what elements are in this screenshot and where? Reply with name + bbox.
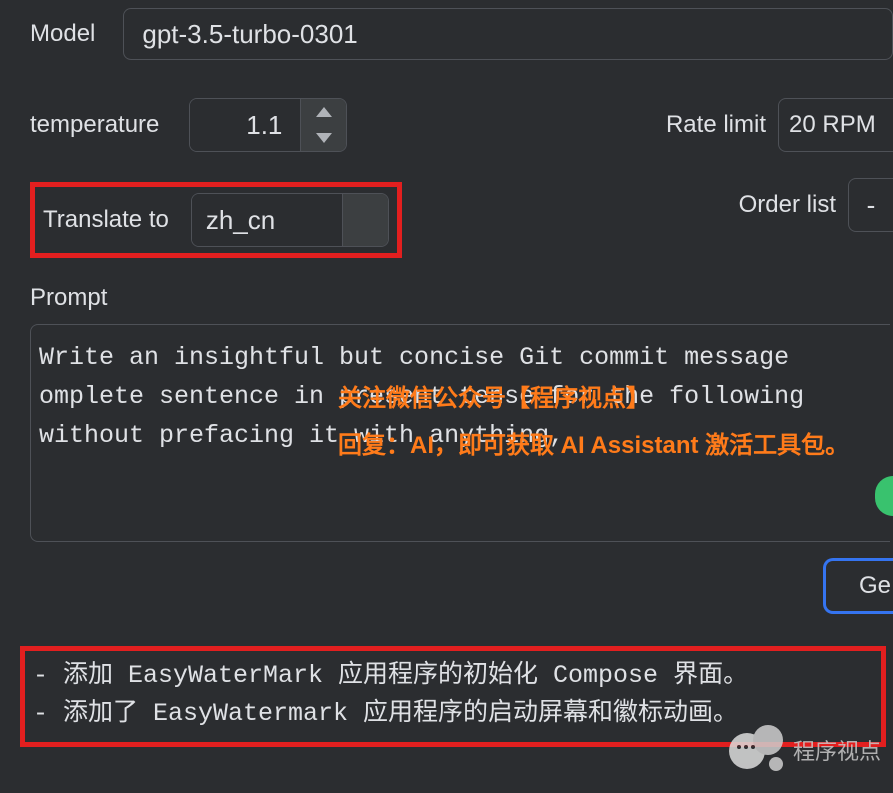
translate-to-label: Translate to: [43, 206, 169, 234]
translate-to-select[interactable]: zh_cn: [191, 193, 389, 247]
translate-to-dropdown-button[interactable]: [342, 194, 388, 246]
order-list-row: Order list: [739, 178, 893, 232]
model-label: Model: [30, 20, 95, 48]
translate-to-highlight-box: Translate to zh_cn: [30, 182, 402, 258]
model-row: Model: [30, 8, 893, 60]
chevron-up-icon: [316, 107, 332, 117]
temperature-value[interactable]: 1.1: [190, 99, 300, 151]
prompt-label: Prompt: [30, 284, 893, 312]
output-line: - 添加 EasyWaterMark 应用程序的初始化 Compose 界面。: [33, 657, 871, 695]
prompt-line: without prefacing it with anything,: [39, 421, 564, 450]
wechat-icon: [729, 725, 787, 775]
temperature-spinner[interactable]: 1.1: [189, 98, 347, 152]
prompt-textarea[interactable]: Write an insightful but concise Git comm…: [30, 324, 890, 542]
translate-to-value[interactable]: zh_cn: [192, 194, 342, 246]
order-list-input[interactable]: [848, 178, 893, 232]
prompt-line: Write an insightful but concise Git comm…: [39, 343, 804, 372]
rate-limit-label: Rate limit: [666, 111, 766, 139]
chevron-down-icon: [316, 133, 332, 143]
temperature-increment-button[interactable]: [301, 99, 346, 125]
watermark-text: 程序视点: [793, 734, 881, 766]
order-list-label: Order list: [739, 191, 836, 219]
rate-limit-input[interactable]: [778, 98, 893, 152]
temperature-decrement-button[interactable]: [301, 125, 346, 151]
temperature-label: temperature: [30, 111, 159, 139]
prompt-line: omplete sentence in present tense for th…: [39, 382, 804, 411]
model-input[interactable]: [123, 8, 893, 60]
temperature-row: temperature 1.1 Rate limit: [30, 98, 893, 152]
generate-button[interactable]: Ge: [823, 558, 893, 614]
watermark-logo: 程序视点: [729, 725, 881, 775]
